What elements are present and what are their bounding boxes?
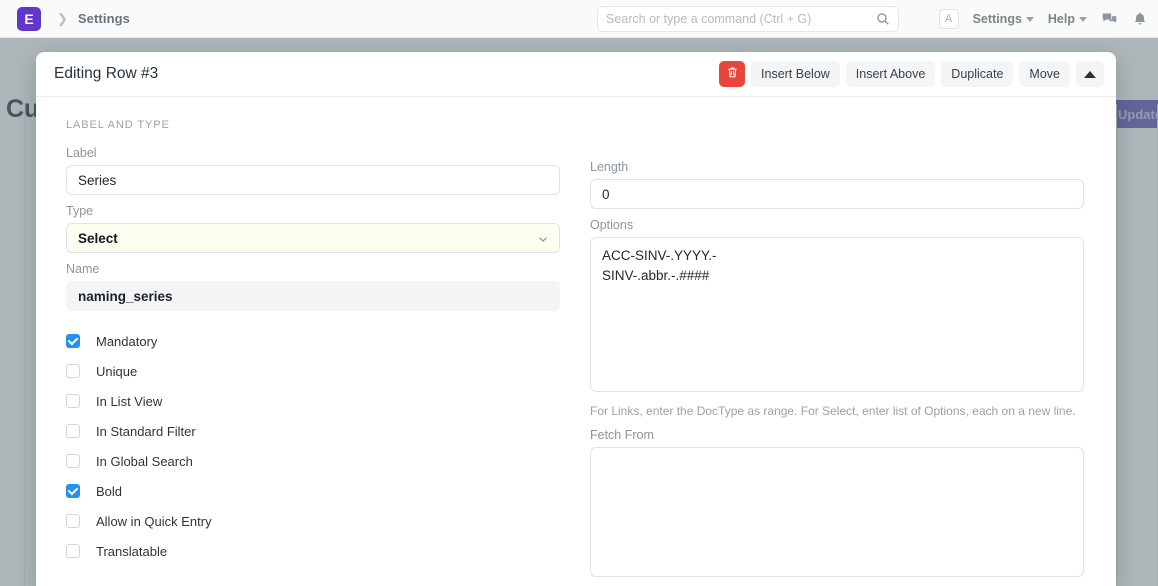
breadcrumb-separator-icon: ❯ [57,11,68,27]
type-select[interactable] [66,223,560,253]
checkbox-label: In Global Search [96,454,193,469]
right-column: Length Options For Links, enter the DocT… [590,146,1084,585]
move-button[interactable]: Move [1019,61,1070,87]
dialog-body: LABEL AND TYPE Label Type [36,97,1116,586]
label-field-label: Label [66,146,560,160]
checkbox-mandatory[interactable] [66,334,80,348]
type-field-label: Type [66,204,560,218]
field-fetch-from: Fetch From [590,428,1084,582]
global-search[interactable] [597,6,899,32]
field-options: Options For Links, enter the DocType as … [590,218,1084,419]
fetch-from-textarea[interactable] [590,447,1084,577]
checkbox-row[interactable]: Translatable [66,536,560,566]
checkbox-label: In Standard Filter [96,424,196,439]
options-textarea[interactable] [590,237,1084,392]
checkbox-in-list-view[interactable] [66,394,80,408]
checkbox-translatable[interactable] [66,544,80,558]
field-type: Type [66,204,560,253]
checkbox-bold[interactable] [66,484,80,498]
checkbox-label: Unique [96,364,137,379]
checkbox-label: Translatable [96,544,167,559]
nav-help-label: Help [1048,12,1075,26]
name-field-label: Name [66,262,560,276]
search-icon [876,12,890,26]
chevron-down-icon [1079,17,1087,22]
name-input [66,281,560,311]
section-heading-label-and-type: LABEL AND TYPE [66,119,1086,131]
dialog-header: Editing Row #3 Insert Below Insert Above… [36,52,1116,97]
checkbox-row[interactable]: Bold [66,476,560,506]
checkbox-row[interactable]: Unique [66,356,560,386]
chat-bubble-icon[interactable] [1101,11,1118,28]
dialog-title: Editing Row #3 [54,65,719,83]
checkbox-row[interactable]: In Standard Filter [66,416,560,446]
chevron-down-icon [1026,17,1034,22]
checkbox-in-standard-filter[interactable] [66,424,80,438]
checkbox-row[interactable]: Mandatory [66,326,560,356]
checkbox-allow-in-quick-entry[interactable] [66,514,80,528]
bell-icon[interactable] [1132,11,1148,27]
nav-settings-menu[interactable]: Settings [973,12,1034,26]
checkbox-label: Allow in Quick Entry [96,514,212,529]
insert-below-button[interactable]: Insert Below [751,61,840,87]
search-input[interactable] [606,12,876,26]
field-label: Label [66,146,560,195]
duplicate-button[interactable]: Duplicate [941,61,1013,87]
editing-row-dialog: Editing Row #3 Insert Below Insert Above… [36,52,1116,586]
fetch-from-field-label: Fetch From [590,428,1084,442]
nav-help-menu[interactable]: Help [1048,12,1087,26]
label-input[interactable] [66,165,560,195]
checkbox-row[interactable]: In Global Search [66,446,560,476]
avatar[interactable]: A [939,9,959,29]
brand-logo-icon[interactable]: E [17,7,41,31]
navbar-right-group: A Settings Help [939,0,1148,38]
trash-icon [726,66,739,82]
checkbox-row[interactable]: Allow in Quick Entry [66,506,560,536]
checkbox-label: Mandatory [96,334,157,349]
nav-settings-label: Settings [973,12,1022,26]
checkbox-label: Bold [96,484,122,499]
checkbox-row[interactable]: In List View [66,386,560,416]
dialog-actions: Insert Below Insert Above Duplicate Move [719,61,1104,87]
checkbox-unique[interactable] [66,364,80,378]
delete-row-button[interactable] [719,61,745,87]
field-name: Name [66,262,560,311]
chevron-up-icon [1084,71,1096,78]
length-field-label: Length [590,160,1084,174]
length-input[interactable] [590,179,1084,209]
left-column: Label Type Name [66,146,560,585]
checkbox-label: In List View [96,394,162,409]
field-length: Length [590,160,1084,209]
options-help-text: For Links, enter the DocType as range. F… [590,403,1084,419]
insert-above-button[interactable]: Insert Above [846,61,936,87]
options-field-label: Options [590,218,1084,232]
checkbox-in-global-search[interactable] [66,454,80,468]
collapse-button[interactable] [1076,61,1104,87]
checkbox-list: Mandatory Unique In List View In Standar… [66,326,560,566]
breadcrumb-item-settings[interactable]: Settings [78,11,130,26]
